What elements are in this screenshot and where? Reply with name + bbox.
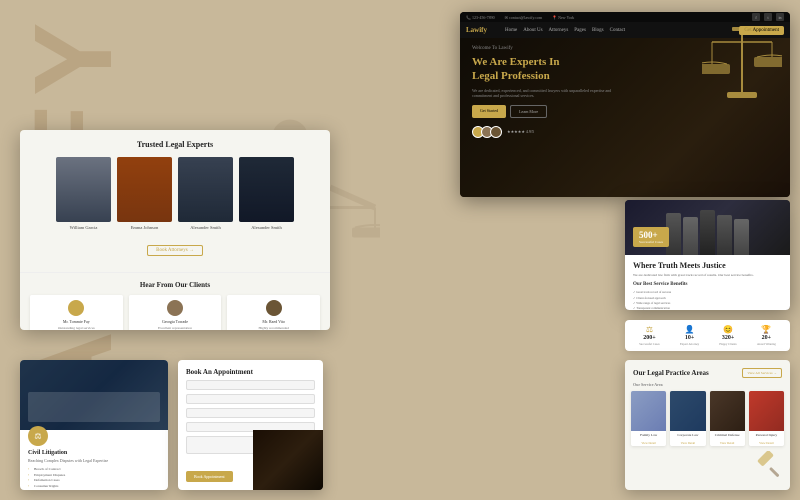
avatar-stack	[472, 126, 502, 138]
benefits-title: Our Best Service Benefits	[633, 282, 782, 287]
hero-title-line2: Legal Profession	[472, 70, 550, 82]
mock-logo: Lawify	[466, 26, 487, 34]
stat-clients-num: 320+	[722, 335, 734, 341]
area-img-4	[749, 391, 784, 431]
hero-title: We Are Experts In Legal Profession	[472, 55, 640, 84]
cases-badge: 500+ Successful Cases	[633, 227, 669, 247]
stat-clients: 😊 320+ Happy Clients	[719, 325, 736, 346]
hero-learn-btn: Learn More	[510, 105, 547, 118]
silhouette-5	[734, 219, 749, 255]
phone-text: 📞 123-456-7890	[466, 15, 495, 20]
rating-text: ★★★★★ 4.9/5	[507, 129, 534, 134]
silhouette-1	[666, 213, 681, 255]
stat-awards-label: Award Winning	[757, 342, 776, 346]
avatar-3	[490, 126, 502, 138]
stat-cases-label: Successful Cases	[639, 342, 660, 346]
stat-attorneys-num: 10+	[685, 335, 694, 341]
areas-header: Our Legal Practice Areas View All Servic…	[625, 360, 790, 382]
hero-tag: Welcome To Lawify	[472, 46, 778, 51]
area-card-1: Family Law View Detail	[631, 391, 666, 446]
location-text: 📍 New York	[552, 15, 574, 20]
cases-number: 500+	[639, 230, 663, 240]
areas-view-btn: View All Services →	[742, 368, 782, 378]
email-text: ✉ contact@lawify.com	[505, 15, 542, 20]
justice-photo: 500+ Successful Cases	[625, 200, 790, 255]
nav-about: About Us	[523, 28, 542, 33]
nav-contact: Contact	[610, 28, 626, 33]
nav-home: Home	[505, 28, 517, 33]
area-card-3: Criminal Defense View Detail	[710, 391, 745, 446]
top-bar: 📞 123-456-7890 ✉ contact@lawify.com 📍 Ne…	[460, 12, 790, 22]
mock-navbar: Lawify Home About Us Attorneys Pages Blo…	[460, 22, 790, 38]
cases-icon: ⚖	[646, 325, 653, 334]
mock-hero-section: Welcome To Lawify We Are Experts In Lega…	[460, 38, 790, 146]
facebook-icon: f	[752, 13, 760, 21]
awards-icon: 🏆	[761, 325, 771, 334]
nav-pages: Pages	[574, 28, 586, 33]
cases-label: Successful Cases	[639, 240, 663, 244]
social-proof: ★★★★★ 4.9/5	[472, 126, 778, 138]
hero-buttons: Get Started Learn More	[472, 105, 778, 118]
people-silhouettes	[625, 205, 790, 255]
avatar-2	[481, 126, 493, 138]
area-label-4: Personal Injury	[749, 431, 784, 440]
stat-cases: ⚖ 200+ Successful Cases	[639, 325, 660, 346]
stat-awards: 🏆 20+ Award Winning	[757, 325, 776, 346]
mock-nav-cta: Get Appointment	[739, 26, 784, 35]
gavel-decoration	[702, 22, 782, 112]
clients-icon: 😊	[723, 325, 733, 334]
area-link-2: View Detail	[670, 440, 705, 446]
left-panel: LAWIFY Law Firm HTML Temp	[0, 0, 460, 500]
social-icons: f t in	[752, 13, 784, 21]
area-label-1: Family Law	[631, 431, 666, 440]
twitter-icon: t	[764, 13, 772, 21]
attorneys-icon: 👤	[685, 325, 695, 334]
sub-title: HTML Template	[110, 270, 420, 301]
area-img-1	[631, 391, 666, 431]
area-card-2: Corporate Law View Detail	[670, 391, 705, 446]
stat-cases-num: 200+	[643, 335, 655, 341]
areas-subtitle: Our Service Area	[625, 382, 790, 391]
justice-content: Where Truth Meets Justice We are dedicat…	[625, 255, 790, 310]
area-img-3	[710, 391, 745, 431]
screenshot-hero: 📞 123-456-7890 ✉ contact@lawify.com 📍 Ne…	[460, 12, 790, 197]
benefits-list: ✓ Great track record of success ✓ Client…	[633, 290, 782, 310]
stat-awards-num: 20+	[762, 335, 771, 341]
screenshot-justice: 500+ Successful Cases Where Truth Meets …	[625, 200, 790, 310]
vertical-brand-text: LAWIFY	[10, 0, 137, 500]
stat-attorneys-label: Expert Attorney	[680, 342, 699, 346]
stat-attorneys: 👤 10+ Expert Attorney	[680, 325, 699, 346]
title-block: Law Firm HTML Template	[110, 219, 420, 300]
nav-blogs: Blogs	[592, 28, 604, 33]
justice-text: We are dedicated law firm with great tra…	[633, 273, 782, 278]
silhouette-4	[717, 215, 732, 255]
areas-title: Our Legal Practice Areas	[633, 369, 709, 377]
area-link-3: View Detail	[710, 440, 745, 446]
hero-desc: We are dedicated, experienced, and commi…	[472, 88, 625, 99]
stat-clients-label: Happy Clients	[719, 342, 736, 346]
area-label-3: Criminal Defense	[710, 431, 745, 440]
gavel-icon-small	[754, 451, 784, 486]
nav-attorneys: Attorneys	[549, 28, 569, 33]
justice-title: Where Truth Meets Justice	[633, 261, 782, 270]
silhouette-3	[700, 210, 715, 255]
area-label-2: Corporate Law	[670, 431, 705, 440]
areas-grid: Family Law View Detail Corporate Law Vie…	[625, 391, 790, 446]
hero-cta-btn: Get Started	[472, 105, 506, 118]
instagram-icon: in	[776, 13, 784, 21]
avatar-1	[472, 126, 484, 138]
silhouette-2	[683, 217, 698, 255]
stats-bar: ⚖ 200+ Successful Cases 👤 10+ Expert Att…	[625, 320, 790, 351]
area-link-1: View Detail	[631, 440, 666, 446]
area-link-4: View Detail	[749, 440, 784, 446]
area-card-4: Personal Injury View Detail	[749, 391, 784, 446]
main-title: Law Firm	[110, 219, 420, 265]
mock-nav-links: Home About Us Attorneys Pages Blogs Cont…	[505, 28, 625, 33]
hero-title-line1: We Are Experts In	[472, 56, 560, 68]
area-img-2	[670, 391, 705, 431]
screenshot-practice-areas: Our Legal Practice Areas View All Servic…	[625, 360, 790, 490]
